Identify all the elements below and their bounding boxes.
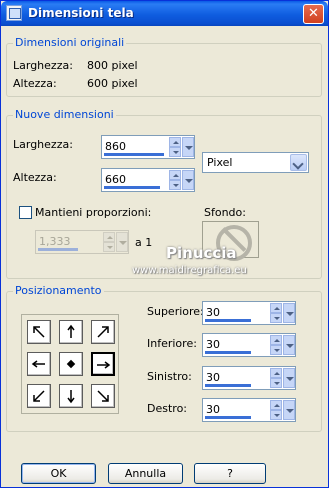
right-margin-slider-bar[interactable]	[205, 416, 251, 419]
arrow-down-left-icon	[33, 390, 45, 402]
right-margin-spinner[interactable]	[270, 400, 282, 420]
spin-up-icon[interactable]	[169, 170, 181, 180]
spin-down-icon[interactable]	[270, 378, 282, 388]
anchor-top-right[interactable]	[91, 320, 115, 344]
top-margin-field[interactable]: 30	[202, 301, 296, 325]
new-height-spinner[interactable]	[169, 170, 181, 190]
bottom-margin-label: Inferiore:	[147, 337, 197, 350]
original-width-value: 800 pixel	[87, 59, 138, 72]
left-margin-slider-bar[interactable]	[205, 384, 251, 387]
dialog-title: Dimensioni tela	[28, 6, 134, 20]
arrow-down-icon	[67, 390, 75, 404]
ratio-value: 1,333	[39, 235, 71, 248]
ratio-dropdown-button	[116, 232, 128, 252]
top-margin-dropdown-button[interactable]	[283, 303, 295, 323]
anchor-bottom-right[interactable]	[91, 384, 115, 408]
watermark-url: www.maidiregrafica.eu	[132, 265, 247, 276]
keep-proportions-checkbox[interactable]	[19, 206, 32, 219]
bottom-margin-spinner[interactable]	[270, 335, 282, 355]
spin-up-icon[interactable]	[270, 303, 282, 313]
spin-down-icon	[103, 242, 115, 252]
left-margin-spinner[interactable]	[270, 368, 282, 388]
bottom-margin-dropdown-button[interactable]	[283, 335, 295, 355]
left-margin-field[interactable]: 30	[202, 366, 296, 390]
arrow-up-icon	[67, 324, 75, 338]
new-height-label: Altezza:	[13, 171, 57, 184]
bottom-margin-value: 30	[206, 338, 220, 351]
center-dot-icon	[66, 359, 76, 369]
spin-down-icon[interactable]	[270, 410, 282, 420]
arrow-up-left-icon	[33, 326, 45, 338]
anchor-top-left[interactable]	[27, 320, 51, 344]
new-width-label: Larghezza:	[13, 138, 73, 151]
original-height-label: Altezza:	[13, 77, 57, 90]
keep-proportions-label[interactable]: Mantieni proporzioni:	[35, 206, 151, 219]
close-button[interactable]: ✕	[303, 4, 324, 24]
anchor-top[interactable]	[59, 320, 83, 344]
new-width-field[interactable]: 860	[101, 135, 195, 159]
anchor-right[interactable]	[91, 352, 115, 376]
chevron-down-icon[interactable]	[290, 154, 307, 171]
left-margin-label: Sinistro:	[147, 370, 192, 383]
arrow-down-right-icon	[97, 390, 109, 402]
anchor-center[interactable]	[59, 352, 83, 376]
spin-down-icon[interactable]	[169, 180, 181, 190]
spin-down-icon[interactable]	[270, 345, 282, 355]
original-dimensions-legend: Dimensioni originali	[13, 36, 127, 49]
ratio-suffix: a 1	[135, 236, 153, 249]
unit-selected-value: Pixel	[207, 156, 233, 169]
canvas-size-dialog: Dimensioni tela ✕ Dimensioni originali L…	[0, 0, 329, 488]
close-icon: ✕	[308, 6, 319, 21]
spin-down-icon[interactable]	[169, 147, 181, 157]
watermark-name: Pinuccia	[166, 244, 237, 262]
title-bar[interactable]: Dimensioni tela ✕	[1, 1, 328, 26]
arrow-up-right-icon	[97, 326, 109, 338]
help-button[interactable]: ?	[194, 463, 266, 484]
new-dimensions-legend: Nuove dimensioni	[13, 108, 116, 121]
right-margin-field[interactable]: 30	[202, 398, 296, 422]
anchor-bottom[interactable]	[59, 384, 83, 408]
cancel-button[interactable]: Annulla	[108, 463, 183, 484]
anchor-grid	[21, 314, 119, 414]
top-margin-spinner[interactable]	[270, 303, 282, 323]
new-height-slider-bar[interactable]	[104, 186, 160, 189]
app-window-icon	[6, 5, 22, 21]
positioning-legend: Posizionamento	[13, 284, 104, 297]
new-width-slider-bar[interactable]	[104, 153, 164, 156]
right-margin-value: 30	[206, 403, 220, 416]
arrow-right-icon	[97, 361, 111, 369]
anchor-left[interactable]	[27, 352, 51, 376]
top-margin-value: 30	[206, 306, 220, 319]
new-width-spinner[interactable]	[169, 137, 181, 157]
left-margin-dropdown-button[interactable]	[283, 368, 295, 388]
new-height-value: 660	[105, 173, 126, 186]
spin-up-icon[interactable]	[169, 137, 181, 147]
spin-up-icon[interactable]	[270, 368, 282, 378]
ok-button[interactable]: OK	[21, 463, 96, 484]
new-height-dropdown-button[interactable]	[182, 170, 194, 190]
original-height-value: 600 pixel	[87, 77, 138, 90]
ratio-slider-bar	[38, 248, 78, 251]
ratio-field: 1,333	[35, 230, 129, 254]
new-width-dropdown-button[interactable]	[182, 137, 194, 157]
spin-down-icon[interactable]	[270, 313, 282, 323]
spin-up-icon[interactable]	[270, 335, 282, 345]
arrow-left-icon	[31, 360, 45, 368]
new-height-field[interactable]: 660	[101, 168, 195, 192]
ratio-spinner	[103, 232, 115, 252]
right-margin-dropdown-button[interactable]	[283, 400, 295, 420]
top-margin-label: Superiore:	[147, 305, 204, 318]
unit-select[interactable]: Pixel	[202, 152, 309, 173]
new-width-value: 860	[105, 140, 126, 153]
right-margin-label: Destro:	[147, 402, 187, 415]
bottom-margin-slider-bar[interactable]	[205, 351, 251, 354]
top-margin-slider-bar[interactable]	[205, 319, 251, 322]
spin-up-icon	[103, 232, 115, 242]
left-margin-value: 30	[206, 371, 220, 384]
anchor-bottom-left[interactable]	[27, 384, 51, 408]
bottom-margin-field[interactable]: 30	[202, 333, 296, 357]
spin-up-icon[interactable]	[270, 400, 282, 410]
background-label: Sfondo:	[204, 206, 246, 219]
original-width-label: Larghezza:	[13, 59, 73, 72]
